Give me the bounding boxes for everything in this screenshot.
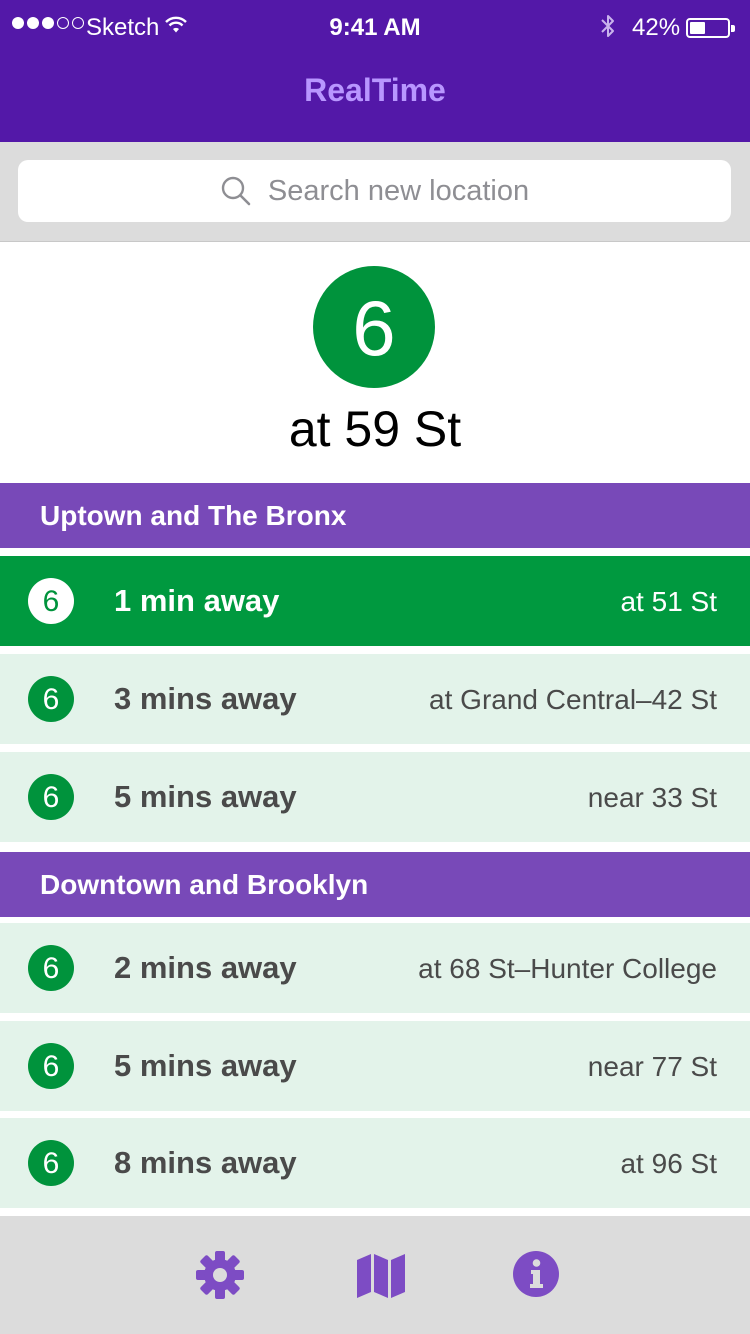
train-location: at 68 St–Hunter College <box>418 953 717 984</box>
section-header-downtown: Downtown and Brooklyn <box>0 852 750 917</box>
arrival-row[interactable]: 6 1 min away at 51 St <box>0 556 750 646</box>
train-location: at 96 St <box>620 1148 717 1179</box>
arrival-row[interactable]: 6 2 mins away at 68 St–Hunter College <box>0 923 750 1013</box>
arrival-time: 1 min away <box>114 583 280 618</box>
train-location: at Grand Central–42 St <box>429 684 717 715</box>
tab-bar <box>0 1216 750 1334</box>
search-placeholder: Search new location <box>267 174 530 207</box>
battery-icon <box>686 18 735 38</box>
gear-icon[interactable] <box>195 1250 245 1305</box>
arrival-time: 8 mins away <box>114 1145 297 1180</box>
arrival-row[interactable]: 6 5 mins away near 33 St <box>0 752 750 842</box>
line-bullet: 6 <box>28 945 74 991</box>
line-bullet: 6 <box>28 774 74 820</box>
train-location: near 77 St <box>587 1051 717 1082</box>
arrival-row[interactable]: 6 5 mins away near 77 St <box>0 1021 750 1111</box>
status-bar: Sketch 9:41 AM 42% <box>0 0 750 54</box>
app-title: RealTime <box>304 72 446 108</box>
line-bullet: 6 <box>28 1140 74 1186</box>
line-badge: 6 <box>313 266 435 388</box>
section-header-uptown: Uptown and The Bronx <box>0 483 750 548</box>
train-location: near 33 St <box>587 782 717 813</box>
search-bar-container: Search new location <box>0 142 750 242</box>
search-icon <box>220 175 252 207</box>
arrival-time: 2 mins away <box>114 950 297 985</box>
map-icon[interactable] <box>356 1250 406 1305</box>
arrival-time: 3 mins away <box>114 681 297 716</box>
line-bullet: 6 <box>28 1043 74 1089</box>
search-input[interactable]: Search new location <box>18 160 731 222</box>
arrival-row[interactable]: 6 3 mins away at Grand Central–42 St <box>0 654 750 744</box>
bluetooth-icon <box>598 12 618 47</box>
line-bullet: 6 <box>28 578 74 624</box>
line-bullet: 6 <box>28 676 74 722</box>
arrival-row[interactable]: 6 8 mins away at 96 St <box>0 1118 750 1208</box>
arrival-time: 5 mins away <box>114 1048 297 1083</box>
train-location: at 51 St <box>620 586 717 617</box>
info-icon[interactable] <box>512 1250 560 1303</box>
battery-percent: 42% <box>632 14 681 41</box>
top-bar: Sketch 9:41 AM 42% RealTime <box>0 0 750 142</box>
arrival-time: 5 mins away <box>114 779 297 814</box>
station-name: at 59 St <box>288 401 462 457</box>
